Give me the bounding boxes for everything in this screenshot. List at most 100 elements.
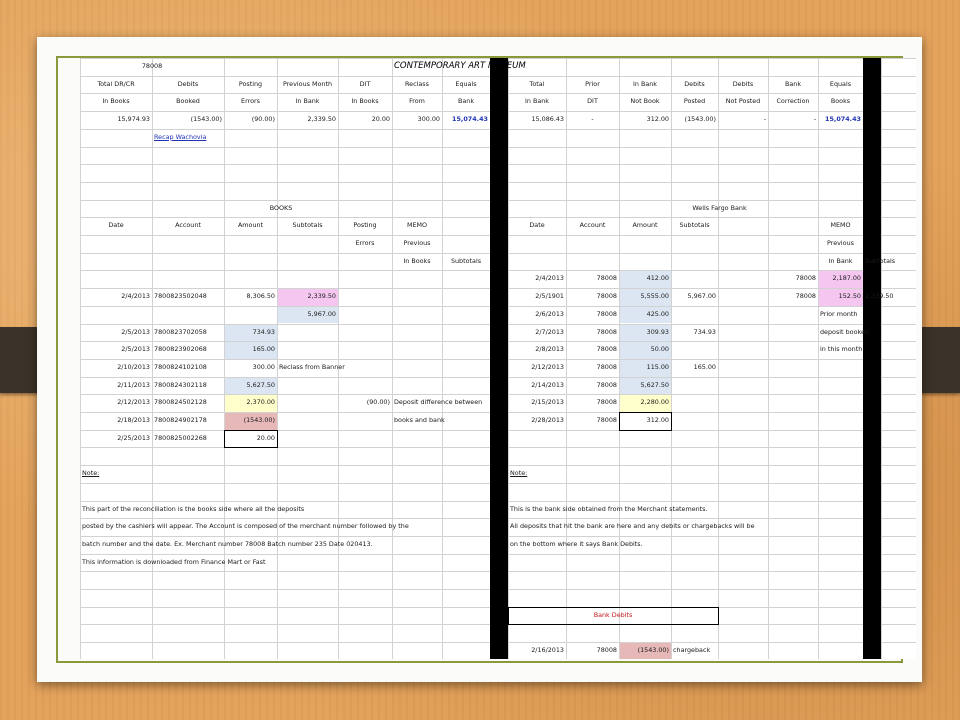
- summary-header: Debits: [732, 79, 754, 88]
- summary-header: Posting: [238, 79, 263, 88]
- books-posting-error: [340, 359, 390, 376]
- bank-section-title: Wells Fargo Bank: [692, 203, 747, 212]
- books-amount: 5,627.50: [246, 380, 275, 389]
- books-date: 2/11/2013: [117, 380, 150, 389]
- books-posting-error: (90.00): [366, 398, 390, 407]
- summary-header: DIT: [587, 97, 598, 106]
- summary-header: In Books: [102, 97, 130, 106]
- summary-header: Total: [529, 79, 545, 88]
- summary-value: 2,339.50: [307, 115, 336, 124]
- note-label-books: Note:: [82, 469, 100, 478]
- bank-memo: Prior month: [820, 309, 858, 318]
- bank-last-amount-box: [619, 412, 672, 431]
- summary-value: 15,074.43: [825, 115, 861, 124]
- bank-account-2: [770, 341, 816, 358]
- summary-value: 15,074.43: [452, 115, 488, 124]
- bank-account-2: [770, 359, 816, 376]
- note-line-books: posted by the cashiers will appear. The …: [82, 522, 409, 531]
- books-subtotal: [279, 412, 336, 429]
- summary-value: (1543.00): [684, 115, 716, 124]
- bank-account-2: [770, 377, 816, 394]
- bank-amount: 425.00: [646, 309, 669, 318]
- books-header: Subtotals: [450, 256, 482, 265]
- books-posting-error: [340, 412, 390, 429]
- bank-subtotal: 165.00: [693, 362, 716, 371]
- books-subtotal: 5,967.00: [307, 309, 336, 318]
- bank-subtotal: [673, 377, 716, 394]
- bank-header: Previous: [826, 239, 854, 247]
- summary-header: Posted: [683, 97, 706, 106]
- books-subtotal: [279, 394, 336, 411]
- bank-account: 78008: [596, 362, 617, 371]
- bank-subtotal-2: 2,339.50: [865, 288, 893, 305]
- books-date: 2/5/2013: [121, 327, 150, 336]
- bank-subtotal: 734.93: [693, 327, 716, 336]
- books-header: Previous: [403, 239, 431, 247]
- bank-account: 78008: [596, 309, 617, 318]
- bank-subtotal: [673, 412, 716, 429]
- summary-header: Prior: [585, 79, 600, 88]
- account-number: 78008: [141, 62, 163, 70]
- bank-account: 78008: [596, 274, 617, 283]
- books-header: Account: [175, 221, 201, 230]
- books-account: 7800823902068: [154, 345, 207, 354]
- note-line-bank: All deposits that hit the bank are here …: [510, 522, 755, 531]
- books-amount: 734.93: [252, 327, 275, 336]
- bank-account-2: [770, 394, 816, 411]
- books-memo: Reclass from Banner: [279, 362, 345, 371]
- summary-header: Total DR/CR: [97, 79, 135, 88]
- spreadsheet: 78008 CONTEMPORARY ART MUSEUM Total DR/CR I…: [80, 58, 916, 659]
- books-header: MEMO: [406, 221, 428, 230]
- recap-wachovia-link[interactable]: Recap Wachovia: [154, 129, 206, 146]
- books-account: 7800825002268: [154, 433, 207, 442]
- books-header: Amount: [237, 221, 264, 230]
- summary-value: 15,086.43: [531, 115, 564, 124]
- books-date: 2/10/2013: [117, 362, 150, 371]
- note-line-bank: on the bottom where it says Bank Debits.: [510, 539, 643, 548]
- bank-debit-amount: (1543.00): [637, 646, 669, 655]
- bank-date: 2/6/2013: [535, 309, 564, 318]
- bank-subtotal-2: [865, 359, 879, 376]
- bank-header: Account: [579, 221, 606, 230]
- summary-header: In Bank: [524, 97, 550, 106]
- bank-amount: 2,280.00: [640, 398, 669, 407]
- bank-date: 2/14/2013: [531, 380, 564, 389]
- books-amount: 165.00: [252, 345, 275, 354]
- books-date: 2/12/2013: [117, 398, 150, 407]
- books-header: Posting: [353, 221, 377, 230]
- books-posting-error: [340, 324, 390, 341]
- bank-header: MEMO: [830, 221, 851, 230]
- books-header: Date: [108, 221, 124, 230]
- summary-value: 20.00: [371, 115, 390, 124]
- books-account: 7800824302118: [154, 380, 207, 389]
- bank-amount: 50.00: [650, 345, 669, 354]
- bank-header: Date: [529, 221, 545, 230]
- bank-subtotal-2: [865, 306, 879, 323]
- books-amount: [226, 306, 275, 323]
- summary-value: 15,974.93: [117, 115, 150, 124]
- summary-header: Bank: [457, 97, 475, 106]
- books-amount: 2,370.00: [246, 398, 275, 407]
- books-account: [154, 306, 222, 323]
- bank-amount: 5,555.00: [640, 292, 669, 301]
- books-date: 2/18/2013: [117, 416, 150, 424]
- summary-header: Books: [830, 97, 851, 106]
- books-date: 2/5/2013: [121, 345, 150, 354]
- bank-subtotal-2: [865, 394, 879, 411]
- bank-debit-account: 78008: [596, 646, 617, 655]
- bank-account: 78008: [596, 416, 617, 424]
- slide-paper: 78008 CONTEMPORARY ART MUSEUM Total DR/CR I…: [37, 37, 922, 682]
- summary-header: Equals: [829, 79, 852, 88]
- books-subtotal: [279, 324, 336, 341]
- bank-account: 78008: [596, 380, 617, 389]
- bank-header: In Bank: [828, 256, 853, 265]
- bank-debit-memo: chargeback: [673, 646, 711, 655]
- books-subtotal: [279, 430, 336, 447]
- books-memo: Deposit difference between: [394, 398, 483, 407]
- summary-value: (1543.00): [190, 115, 222, 124]
- bank-memo: 152.50: [838, 292, 861, 301]
- books-account: 7800824902178: [154, 416, 207, 424]
- books-account: 7800824102108: [154, 362, 207, 371]
- bank-account-2: [770, 412, 816, 429]
- bank-header: Subtotals: [865, 253, 895, 270]
